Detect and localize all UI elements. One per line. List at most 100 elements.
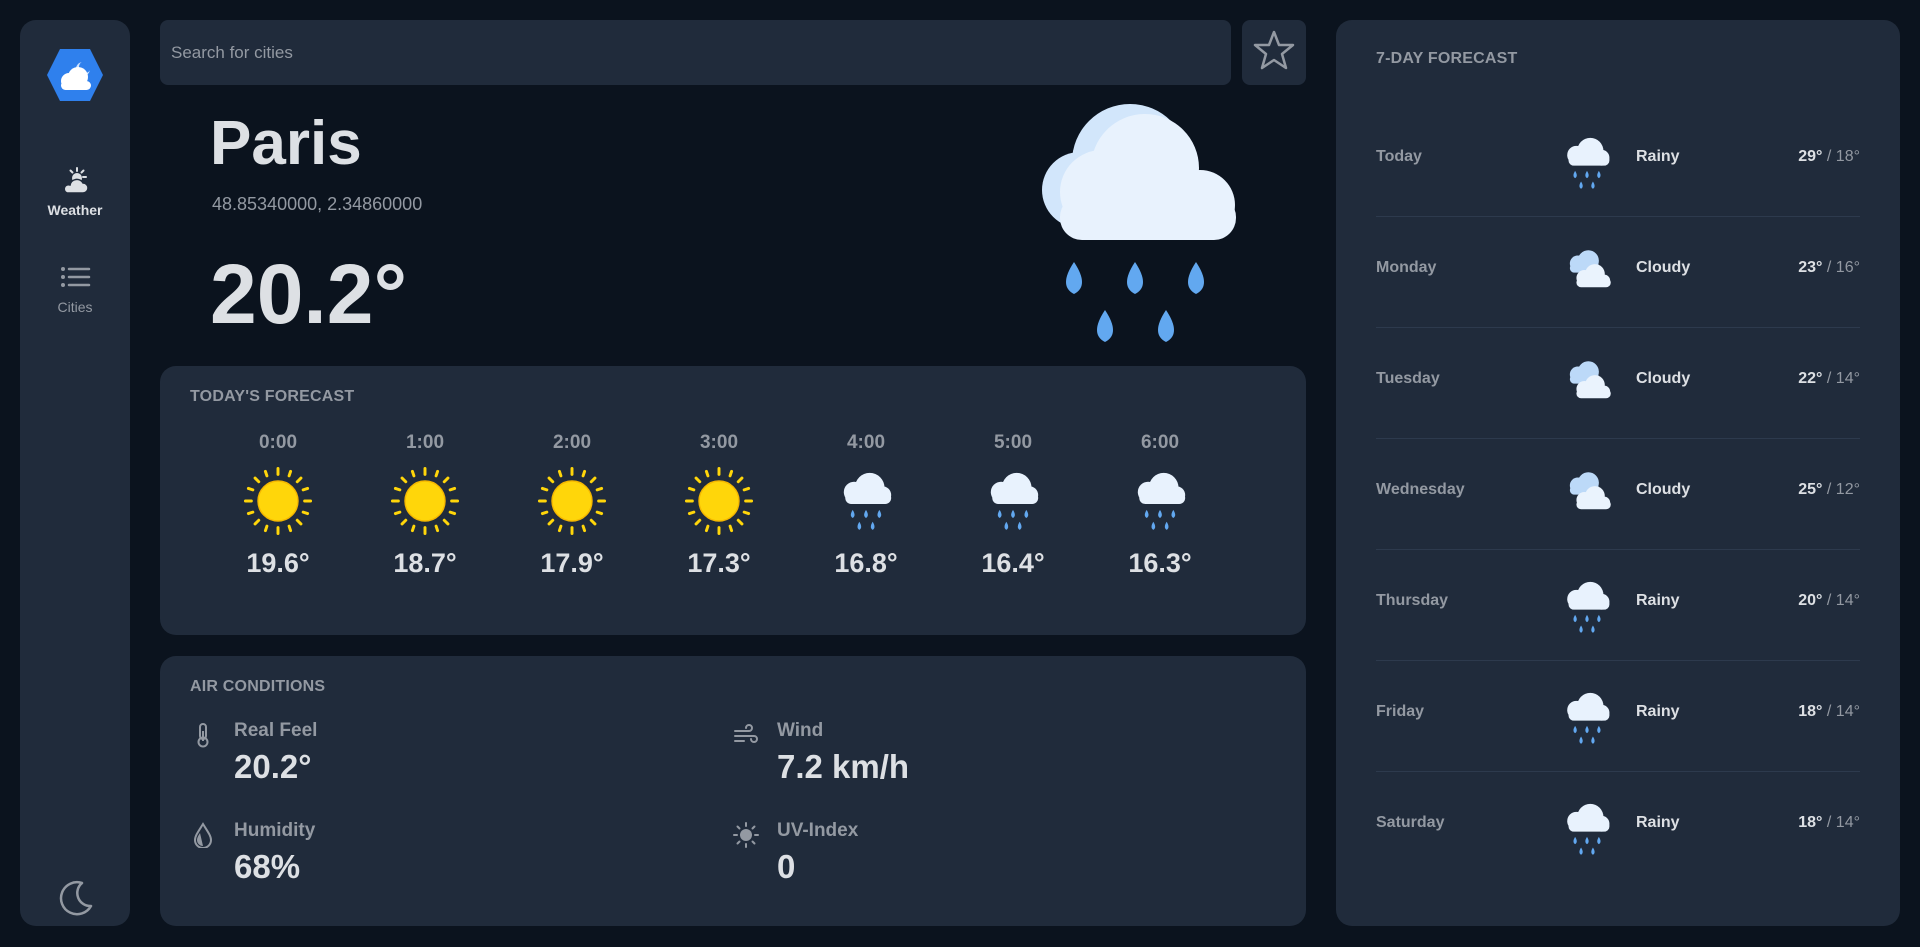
city-coordinates: 48.85340000, 2.34860000: [212, 194, 423, 214]
day-condition: Cloudy: [1636, 259, 1691, 276]
day-name: Today: [1376, 148, 1422, 165]
droplet-icon: [190, 822, 216, 849]
day-temperature-range: 22° / 14°: [1798, 370, 1860, 387]
sun-icon: [388, 464, 462, 538]
sun-outline-icon: [733, 822, 759, 848]
air-conditions-panel: AIR CONDITIONS Real Feel 20.2° Wind 7.2 …: [160, 656, 1306, 926]
wind-icon: [733, 722, 759, 748]
sun-icon: [535, 464, 609, 538]
forecast-temperature: 16.3°: [1128, 548, 1192, 578]
condition-label: Humidity: [234, 820, 316, 841]
day-name: Tuesday: [1376, 370, 1440, 387]
city-name: Paris: [210, 109, 362, 178]
day-high: 18°: [1798, 814, 1823, 831]
day-low: 14°: [1835, 703, 1860, 720]
rain-icon: [1010, 100, 1260, 350]
daily-forecast-row: Thursday Rainy 20° / 14°: [1376, 550, 1860, 661]
current-temperature: 20.2°: [210, 247, 408, 341]
star-icon: [1253, 29, 1295, 76]
day-low: 14°: [1835, 370, 1860, 387]
day-temperature-range: 25° / 12°: [1798, 481, 1860, 498]
thermometer-icon: [190, 722, 216, 748]
hourly-forecast-item: 2:00 17.9°: [512, 432, 632, 579]
forecast-temperature: 17.3°: [687, 548, 751, 578]
forecast-time: 2:00: [552, 432, 592, 453]
sidebar-item-label: Weather: [47, 202, 103, 218]
sun-icon: [682, 464, 756, 538]
sidebar-item-cities[interactable]: Cities: [20, 263, 130, 315]
day-low: 12°: [1835, 481, 1860, 498]
day-condition: Rainy: [1636, 148, 1680, 165]
day-name: Friday: [1376, 703, 1425, 720]
hourly-forecast-item: 6:00 16.3°: [1100, 432, 1220, 579]
sun-icon: [241, 464, 315, 538]
condition-label: Wind: [777, 720, 824, 741]
moon-icon[interactable]: [56, 878, 96, 918]
condition-label: Real Feel: [234, 720, 318, 741]
daily-forecast-row: Tuesday Cloudy 22° / 14°: [1376, 328, 1860, 439]
seven-day-forecast-panel: 7-DAY FORECAST Today Rainy 29° / 18° Monda…: [1336, 20, 1900, 926]
hourly-forecast-item: 3:00 17.3°: [659, 432, 779, 579]
forecast-time: 4:00: [846, 432, 886, 453]
cloudy-icon: [1554, 352, 1620, 418]
forecast-temperature: 18.7°: [393, 548, 457, 578]
search-input[interactable]: [160, 20, 1231, 85]
rain-icon: [976, 464, 1050, 538]
day-condition: Rainy: [1636, 703, 1680, 720]
condition-value: 0: [777, 848, 796, 885]
forecast-temperature: 17.9°: [540, 548, 604, 578]
hourly-forecast-item: 4:00 16.8°: [806, 432, 926, 579]
day-condition: Cloudy: [1636, 370, 1691, 387]
condition-value: 7.2 km/h: [777, 748, 910, 785]
day-high: 22°: [1798, 370, 1823, 387]
day-temperature-range: 20° / 14°: [1798, 592, 1860, 609]
cloudy-icon: [1554, 463, 1620, 529]
forecast-temperature: 16.4°: [981, 548, 1045, 578]
day-low: 18°: [1835, 148, 1860, 165]
favorite-button[interactable]: [1242, 20, 1306, 85]
todays-forecast-panel: TODAY'S FORECAST 0:00 19.6° 1:00 18.7° 2…: [160, 366, 1306, 635]
day-high: 18°: [1798, 703, 1823, 720]
day-high: 29°: [1798, 148, 1823, 165]
day-condition: Cloudy: [1636, 481, 1691, 498]
daily-forecast-row: Today Rainy 29° / 18°: [1376, 106, 1860, 217]
day-name: Saturday: [1376, 814, 1445, 831]
forecast-temperature: 16.8°: [834, 548, 898, 578]
rain-icon: [1554, 685, 1620, 751]
rain-icon: [1123, 464, 1197, 538]
forecast-temperature: 19.6°: [246, 548, 310, 578]
hourly-forecast-item: 0:00 19.6°: [218, 432, 338, 579]
daily-forecast-row: Friday Rainy 18° / 14°: [1376, 661, 1860, 772]
sidebar-item-weather[interactable]: Weather: [20, 166, 130, 218]
day-name: Wednesday: [1376, 481, 1465, 498]
forecast-time: 6:00: [1140, 432, 1180, 453]
day-name: Thursday: [1376, 592, 1449, 609]
sidebar-item-label: Cities: [57, 299, 93, 315]
app-logo-icon[interactable]: [45, 45, 105, 105]
rain-icon: [829, 464, 903, 538]
cloudy-icon: [1554, 241, 1620, 307]
hourly-forecast-item: 5:00 16.4°: [953, 432, 1073, 579]
forecast-time: 3:00: [699, 432, 739, 453]
day-low: 14°: [1835, 592, 1860, 609]
list-icon: [20, 263, 130, 295]
partly-cloudy-icon: [20, 166, 130, 198]
day-temperature-range: 23° / 16°: [1798, 259, 1860, 276]
day-high: 25°: [1798, 481, 1823, 498]
day-temperature-range: 18° / 14°: [1798, 814, 1860, 831]
day-low: 16°: [1835, 259, 1860, 276]
day-condition: Rainy: [1636, 814, 1680, 831]
condition-label: UV-Index: [777, 820, 859, 841]
section-title: AIR CONDITIONS: [190, 678, 326, 695]
sidebar: Weather Cities: [20, 20, 130, 926]
forecast-time: 0:00: [258, 432, 298, 453]
daily-forecast-row: Wednesday Cloudy 25° / 12°: [1376, 439, 1860, 550]
day-high: 23°: [1798, 259, 1823, 276]
section-title: 7-DAY FORECAST: [1376, 50, 1518, 67]
rain-icon: [1554, 574, 1620, 640]
rain-icon: [1554, 130, 1620, 196]
forecast-time: 1:00: [405, 432, 445, 453]
section-title: TODAY'S FORECAST: [190, 388, 355, 405]
day-temperature-range: 18° / 14°: [1798, 703, 1860, 720]
condition-value: 20.2°: [234, 748, 312, 785]
